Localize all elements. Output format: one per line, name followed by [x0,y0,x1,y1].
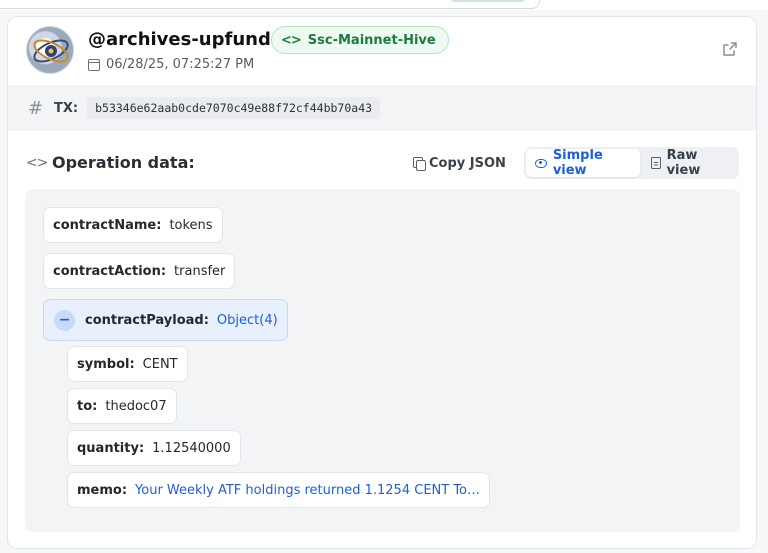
field-value: tokens [169,217,213,233]
simple-view-button[interactable]: Simple view [526,148,641,178]
account-name[interactable]: @archives-upfunds [88,29,282,50]
field-symbol: symbol: CENT [67,346,188,382]
view-toggle: Simple view Raw view [524,147,739,179]
field-key: contractPayload: [85,312,209,328]
field-quantity: quantity: 1.12540000 [67,430,241,466]
field-contract-action: contractAction: transfer [43,253,236,289]
code-icon: <> [281,32,302,48]
avatar[interactable] [26,26,74,74]
operation-title: Operation data: [52,153,195,172]
field-memo: memo: Your Weekly ATF holdings returned … [67,472,491,508]
copy-json-button[interactable]: Copy JSON [413,150,506,176]
simple-view-label: Simple view [552,148,603,178]
operation-data-panel: contractName: tokens contractAction: tra… [25,189,740,532]
external-link-icon[interactable] [722,41,738,57]
raw-view-button[interactable]: Raw view [642,148,737,178]
operation-header: <> Operation data: Copy JSON Simple view… [8,147,756,181]
card-header: @archives-upfunds <> Ssc-Mainnet-Hive 06… [8,17,756,85]
field-key: symbol: [77,356,135,372]
tx-label: TX: [54,100,79,116]
field-to: to: thedoc07 [67,388,177,424]
copy-icon [413,157,426,171]
collapse-button[interactable]: − [54,309,75,331]
field-value: 1.12540000 [152,440,231,456]
top-strip [0,0,768,10]
tx-hash[interactable]: b53346e62aab0cde7070c49e88f72cf44bb70a43 [87,97,381,119]
field-key: to: [77,398,98,414]
field-contract-payload[interactable]: − contractPayload: Object(4) [43,299,288,341]
field-value: transfer [174,263,226,279]
eye-icon [535,158,547,168]
document-icon [651,157,661,169]
chain-badge-label: Ssc-Mainnet-Hive [307,32,436,48]
field-value: thedoc07 [105,398,167,414]
field-value: CENT [142,356,178,372]
field-contract-name: contractName: tokens [43,207,223,243]
previous-card-stub [452,0,524,2]
raw-view-label: Raw view [666,148,701,178]
timestamp-text: 06/28/25, 07:25:27 PM [106,57,255,72]
avatar-logo-icon [33,39,69,63]
operation-card: @archives-upfunds <> Ssc-Mainnet-Hive 06… [7,16,757,549]
field-key: memo: [77,482,128,498]
calendar-icon [88,58,100,71]
field-key: contractAction: [53,263,167,279]
code-icon: <> [26,155,48,171]
tx-row: # TX: b53346e62aab0cde7070c49e88f72cf44b… [8,85,756,131]
payload-summary[interactable]: Object(4) [217,313,278,328]
hash-icon: # [28,97,44,119]
field-key: contractName: [53,217,162,233]
timestamp: 06/28/25, 07:25:27 PM [88,57,254,72]
field-key: quantity: [77,440,145,456]
memo-value[interactable]: Your Weekly ATF holdings returned 1.1254… [135,483,480,498]
chain-badge: <> Ssc-Mainnet-Hive [271,26,449,54]
copy-json-label: Copy JSON [429,155,506,171]
